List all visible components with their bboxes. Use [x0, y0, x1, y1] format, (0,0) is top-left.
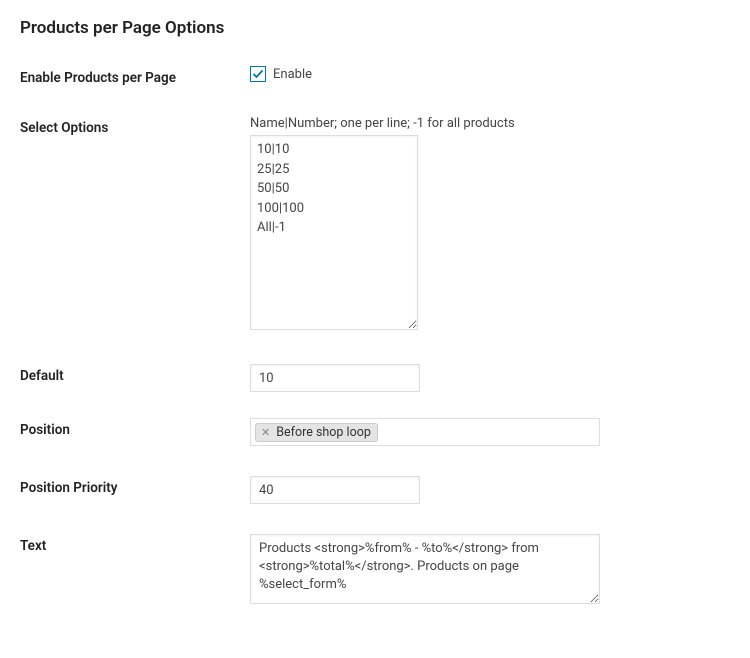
row-position-priority: Position Priority — [20, 476, 730, 504]
checkmark-icon — [252, 68, 264, 80]
select-options-textarea[interactable] — [250, 135, 418, 330]
label-default: Default — [20, 364, 250, 384]
row-default: Default — [20, 364, 730, 392]
section-title: Products per Page Options — [20, 18, 730, 38]
label-text: Text — [20, 534, 250, 554]
default-input[interactable] — [250, 364, 420, 392]
enable-checkbox-wrap[interactable]: Enable — [250, 66, 312, 82]
label-position-priority: Position Priority — [20, 476, 250, 496]
enable-checkbox[interactable] — [250, 66, 266, 82]
row-text: Text — [20, 534, 730, 608]
row-position: Position ✕ Before shop loop — [20, 418, 730, 446]
position-tag-label: Before shop loop — [276, 425, 371, 440]
label-position: Position — [20, 418, 250, 438]
label-select-options: Select Options — [20, 116, 250, 136]
position-priority-input[interactable] — [250, 476, 420, 504]
remove-tag-icon[interactable]: ✕ — [261, 427, 270, 438]
enable-checkbox-label: Enable — [273, 67, 312, 82]
row-select-options: Select Options Name|Number; one per line… — [20, 116, 730, 334]
row-enable: Enable Products per Page Enable — [20, 66, 730, 86]
text-textarea[interactable] — [250, 534, 600, 604]
position-select[interactable]: ✕ Before shop loop — [250, 418, 600, 446]
label-enable: Enable Products per Page — [20, 66, 250, 86]
position-tag: ✕ Before shop loop — [255, 423, 378, 442]
select-options-description: Name|Number; one per line; -1 for all pr… — [250, 116, 730, 131]
